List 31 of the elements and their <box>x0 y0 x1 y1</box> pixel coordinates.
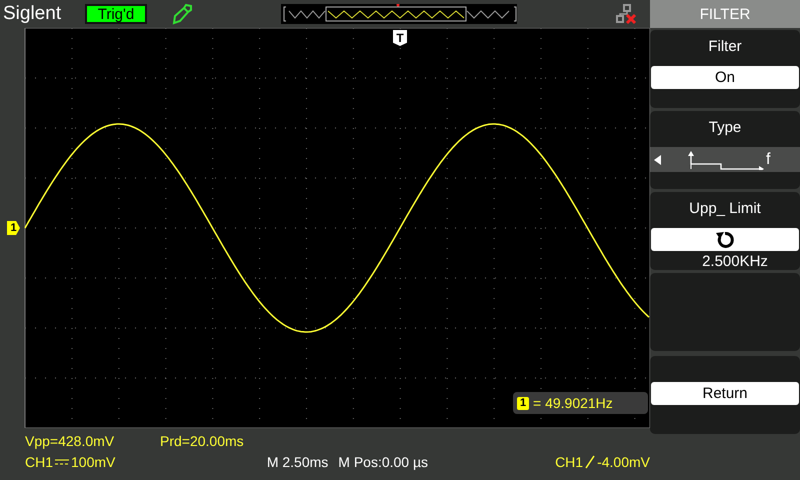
upper-limit-value: 2.500KHz <box>702 253 768 270</box>
menu-label: Filter <box>708 38 742 57</box>
timebase: M 2.50ms <box>266 454 328 470</box>
channel-marker: 1 <box>7 221 20 235</box>
channel-badge: 1 <box>517 396 529 410</box>
network-disconnected-icon <box>615 3 637 25</box>
axis-label: f <box>766 150 770 168</box>
trigger-position-marker: T <box>393 30 407 46</box>
channel-label: CH1 <box>25 454 54 470</box>
probe-icon <box>171 3 193 25</box>
filter-type-selector[interactable]: f <box>650 147 800 172</box>
horizontal-position: M Pos:0.00 µs <box>338 454 428 470</box>
trigger-channel: CH1 <box>555 454 584 470</box>
return-button[interactable]: Return <box>651 382 799 405</box>
menu-title: FILTER <box>650 0 800 28</box>
trigger-status: Trig'd <box>85 4 147 24</box>
filter-toggle[interactable]: On <box>651 66 799 89</box>
menu-label: Type <box>708 119 742 138</box>
rotate-icon <box>715 230 735 250</box>
volts-per-div: 100mV <box>71 454 116 470</box>
frequency-readout: = 49.9021Hz <box>533 395 613 411</box>
trigger-level: -4.00mV <box>597 454 650 470</box>
rotate-knob-field[interactable] <box>651 228 799 251</box>
left-arrow-icon <box>653 154 663 166</box>
brand-logo: Siglent <box>3 3 62 25</box>
rising-edge-icon <box>585 454 596 468</box>
period-measurement: Prd=20.00ms <box>160 432 244 448</box>
menu-label: Upp_ Limit <box>689 200 761 219</box>
low-pass-filter-icon <box>685 150 765 170</box>
dc-coupling-icon <box>55 458 70 466</box>
vpp-measurement: Vpp=428.0mV <box>25 432 116 448</box>
